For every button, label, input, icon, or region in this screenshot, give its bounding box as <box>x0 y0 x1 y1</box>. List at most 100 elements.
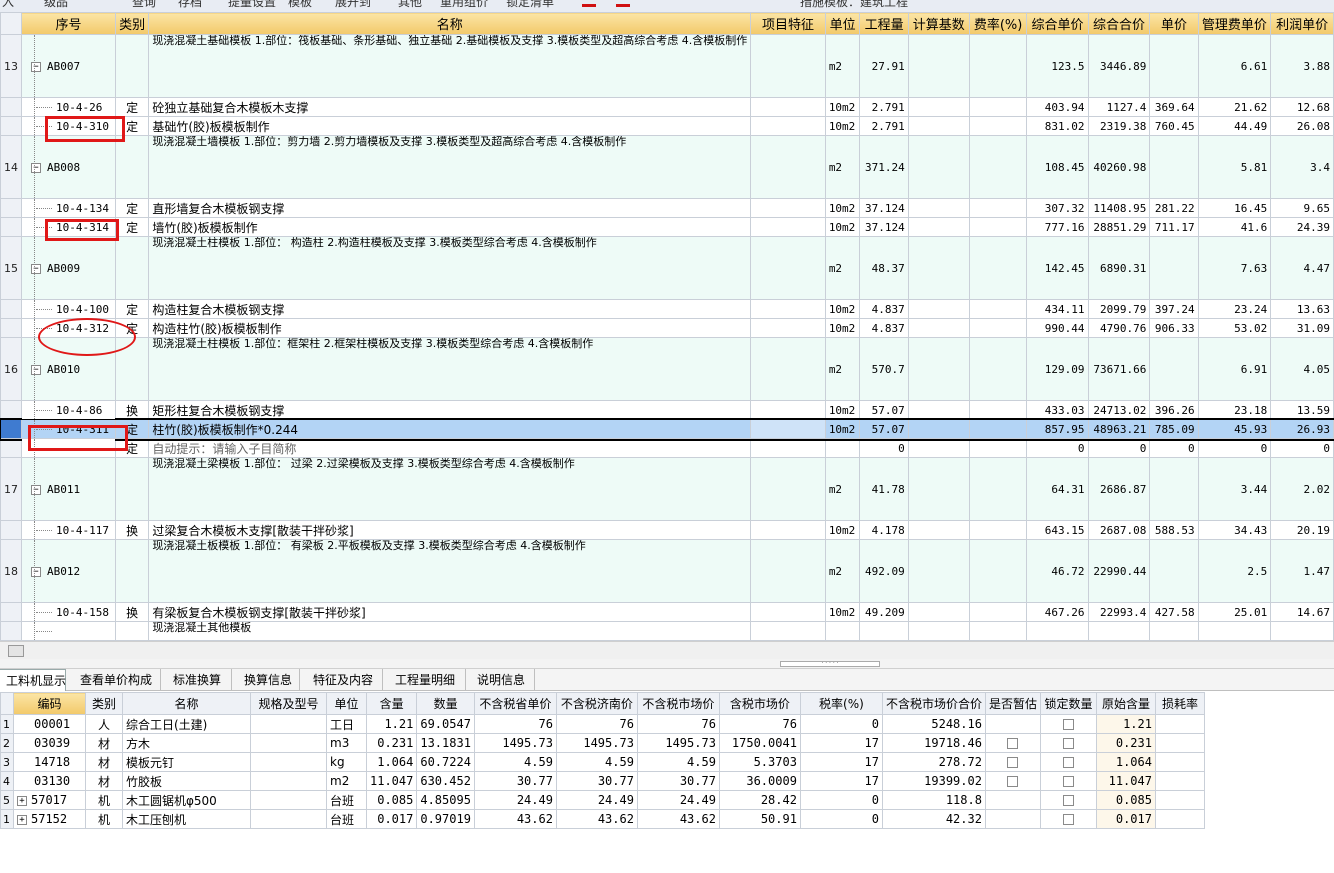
type-cell[interactable]: 材 <box>85 771 123 791</box>
provisional-checkbox[interactable] <box>1007 757 1019 768</box>
col-header-mgmt-fee[interactable]: 管理费单价 <box>1197 12 1272 35</box>
name-cell[interactable]: 现浇混凝土墙模板 1.部位：剪力墙 2.剪力墙模板及支撑 3.模板类型及超高综合… <box>148 135 752 199</box>
market-price-cell[interactable]: 1495.73 <box>636 733 720 753</box>
toolbar-fragment[interactable]: 存档 <box>178 0 202 10</box>
col-header-lock-qty[interactable]: 锁定数量 <box>1039 692 1097 715</box>
provisional-cell[interactable] <box>984 771 1041 791</box>
quantity-cell[interactable]: 37.124 <box>859 217 909 237</box>
provisional-cell[interactable] <box>984 714 1041 734</box>
loss-rate-cell[interactable] <box>1154 752 1205 772</box>
unit-cell[interactable]: 10m2 <box>824 419 861 439</box>
code-cell[interactable]: 14718 <box>13 752 86 772</box>
code-cell[interactable]: 03130 <box>13 771 86 791</box>
col-header-name[interactable]: 名称 <box>122 692 251 715</box>
quantity-cell[interactable]: 371.24 <box>859 135 909 199</box>
collapse-icon[interactable]: − <box>31 61 41 72</box>
col-header-rate[interactable]: 费率(%) <box>968 12 1028 35</box>
toolbar-fragment[interactable]: 展开到 <box>335 0 371 10</box>
col-header-unit-price[interactable]: 综合单价 <box>1026 12 1089 35</box>
rate-cell[interactable] <box>968 539 1028 603</box>
unit-cell[interactable]: 10m2 <box>824 602 861 622</box>
unit-cell[interactable]: m2 <box>824 34 861 98</box>
qty-cell[interactable]: 69.0547 <box>416 714 475 734</box>
unit-cell[interactable]: 台班 <box>326 790 367 810</box>
type-cell[interactable]: 材 <box>85 752 123 772</box>
provisional-checkbox[interactable] <box>1007 738 1019 749</box>
features-cell[interactable] <box>750 400 826 420</box>
col-header-orig-content[interactable]: 原始含量 <box>1095 692 1156 715</box>
unit-cell[interactable]: 10m2 <box>824 520 861 540</box>
boq-item-row[interactable]: 17− AB011 现浇混凝土梁模板 1.部位： 过梁 2.过梁模板及支撑 3.模板… <box>0 457 1334 521</box>
content-cell[interactable]: 0.085 <box>365 790 418 810</box>
scrollbar-thumb[interactable] <box>8 645 24 657</box>
seq-code[interactable]: 10-4-134 <box>20 198 117 218</box>
col-header-profit[interactable]: 利润单价 <box>1270 12 1334 35</box>
features-cell[interactable] <box>750 621 826 641</box>
tax-rate-cell[interactable]: 17 <box>799 771 883 791</box>
features-cell[interactable] <box>750 236 826 300</box>
boq-item-row[interactable]: 16− AB010 现浇混凝土柱模板 1.部位：框架柱 2.框架柱模板及支撑 3.模… <box>0 337 1334 401</box>
market-price-cell[interactable]: 4.59 <box>636 752 720 772</box>
rate-cell[interactable] <box>968 438 1028 458</box>
calc-base-cell[interactable] <box>907 457 970 521</box>
category-cell[interactable]: 换 <box>115 400 150 420</box>
features-cell[interactable] <box>750 318 826 338</box>
market-price-cell[interactable]: 30.77 <box>636 771 720 791</box>
toolbar-fragment[interactable]: 级品 <box>44 0 68 10</box>
market-price-tax-cell[interactable]: 36.0009 <box>718 771 801 791</box>
rate-cell[interactable] <box>968 135 1028 199</box>
unit-cell[interactable]: 10m2 <box>824 400 861 420</box>
lock-qty-checkbox[interactable] <box>1062 814 1074 825</box>
calc-base-cell[interactable] <box>907 621 970 641</box>
calc-base-cell[interactable] <box>907 520 970 540</box>
rate-cell[interactable] <box>968 299 1028 319</box>
rate-cell[interactable] <box>968 337 1028 401</box>
seq-code[interactable]: 10-4-86 <box>20 400 117 420</box>
market-price-tax-cell[interactable]: 50.91 <box>718 809 801 829</box>
toolbar-fragment[interactable]: 入 <box>2 0 14 10</box>
col-header-code[interactable]: 编码 <box>13 692 86 715</box>
name-cell[interactable]: 矩形柱复合木模板钢支撑 <box>148 400 752 420</box>
unit-cell[interactable]: kg <box>326 752 367 772</box>
tab-quantity-detail[interactable]: 工程量明细 <box>388 669 466 691</box>
quota-row[interactable]: 10-4-86 换矩形柱复合木模板钢支撑 10m2 57.07 433.03 24713.… <box>0 400 1334 420</box>
quota-row[interactable]: 定自动提示：请输入子目简称 0 0 0 0 0 0 <box>0 438 1334 458</box>
collapse-icon[interactable]: − <box>31 566 41 577</box>
category-cell[interactable]: 定 <box>115 198 150 218</box>
quantity-cell[interactable]: 0 <box>859 438 909 458</box>
name-cell[interactable]: 方木 <box>122 733 251 753</box>
name-cell[interactable]: 综合工日(土建) <box>122 714 251 734</box>
col-header-quantity[interactable]: 工程量 <box>859 12 909 35</box>
quantity-cell[interactable]: 27.91 <box>859 34 909 98</box>
category-cell[interactable] <box>115 457 150 521</box>
jinan-price-cell[interactable]: 4.59 <box>555 752 638 772</box>
rate-cell[interactable] <box>968 318 1028 338</box>
rate-cell[interactable] <box>968 97 1028 117</box>
seq-code[interactable]: 10-4-100 <box>20 299 117 319</box>
category-cell[interactable]: 定 <box>115 299 150 319</box>
loss-rate-cell[interactable] <box>1154 809 1205 829</box>
quantity-cell[interactable]: 37.124 <box>859 198 909 218</box>
calc-base-cell[interactable] <box>907 217 970 237</box>
tab-standard-conversion[interactable]: 标准换算 <box>166 669 232 691</box>
quota-row[interactable]: 10-4-117 换过梁复合木模板木支撑[散装干拌砂浆] 10m2 4.178 643.… <box>0 520 1334 540</box>
category-cell[interactable] <box>115 621 150 641</box>
content-cell[interactable]: 0.017 <box>365 809 418 829</box>
col-header-category[interactable]: 类别 <box>115 12 150 35</box>
calc-base-cell[interactable] <box>907 438 970 458</box>
quota-row[interactable]: 10-4-311 定柱竹(胶)板模板制作*0.244 10m2 57.07 857.95… <box>0 417 1334 441</box>
spec-cell[interactable] <box>250 752 327 772</box>
toolbar-fragment[interactable]: 重用组价 <box>440 0 488 10</box>
market-price-tax-cell[interactable]: 1750.0041 <box>718 733 801 753</box>
quota-row[interactable]: 10-4-158 换有梁板复合木模板钢支撑[散装干拌砂浆] 10m2 49.209 46… <box>0 602 1334 622</box>
market-price-cell[interactable]: 24.49 <box>636 790 720 810</box>
unit-cell[interactable]: m2 <box>824 236 861 300</box>
seq-code[interactable]: − AB009 <box>20 236 117 300</box>
unit-cell[interactable]: 10m2 <box>824 198 861 218</box>
lock-qty-cell[interactable] <box>1039 733 1097 753</box>
type-cell[interactable]: 机 <box>85 790 123 810</box>
resource-row[interactable]: 2 03039 材方木 m3 0.231 13.1831 1495.73 1495.73 149… <box>0 733 1205 753</box>
tax-rate-cell[interactable]: 0 <box>799 809 883 829</box>
category-cell[interactable]: 换 <box>115 520 150 540</box>
market-price-tax-cell[interactable]: 28.42 <box>718 790 801 810</box>
